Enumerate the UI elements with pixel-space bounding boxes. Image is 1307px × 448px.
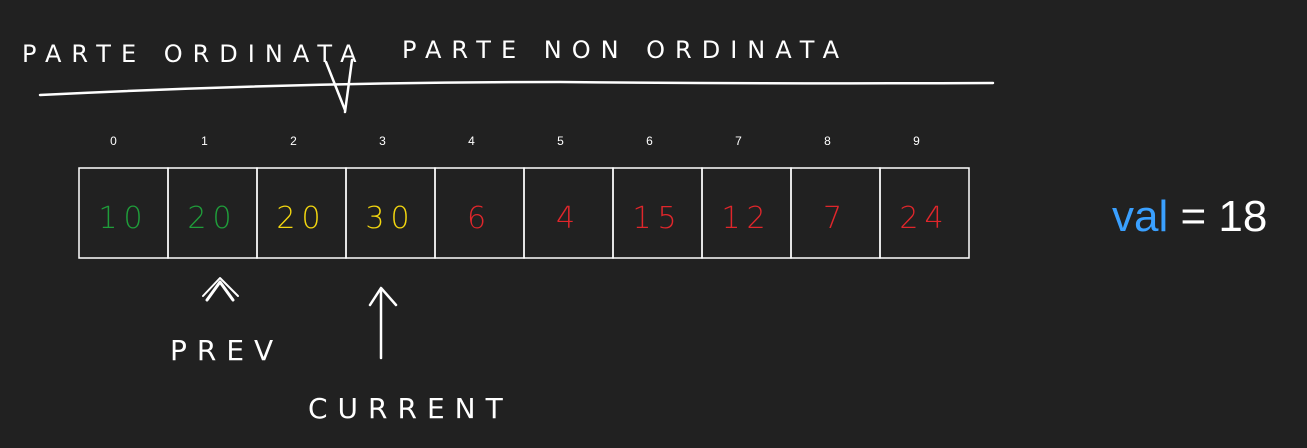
array-cell-value: 6 <box>467 201 492 236</box>
array-cell-value: 20 <box>276 201 326 236</box>
index-label: 6 <box>646 134 653 148</box>
array-cell: 20 <box>167 167 258 259</box>
val-operator: = <box>1180 192 1207 241</box>
array-cell: 15 <box>612 167 703 259</box>
prev-pointer: PREV <box>170 277 283 367</box>
prev-label: PREV <box>170 334 283 367</box>
current-arrow-icon <box>368 286 398 307</box>
array-cell-value: 7 <box>823 201 848 236</box>
array-cell: 30 <box>345 167 436 259</box>
val-name: val <box>1112 192 1169 241</box>
val-value: 18 <box>1218 192 1268 241</box>
array-cell-value: 20 <box>187 201 237 236</box>
prev-arrow-icon <box>205 280 235 302</box>
array-cell: 24 <box>879 167 970 259</box>
array-row: 10 20 20 30 6 4 15 12 7 24 <box>78 167 970 259</box>
array-cell-value: 24 <box>899 201 949 236</box>
index-label: 8 <box>824 134 831 148</box>
array-cell-value: 4 <box>556 201 581 236</box>
array-cell-value: 15 <box>632 201 682 236</box>
val-variable: val = 18 <box>1112 192 1267 242</box>
array-cell: 7 <box>790 167 881 259</box>
index-label: 1 <box>201 134 208 148</box>
array-cell: 4 <box>523 167 614 259</box>
index-label: 3 <box>379 134 386 148</box>
current-pointer: CURRENT <box>308 286 513 425</box>
current-label: CURRENT <box>308 392 513 425</box>
array-cell: 12 <box>701 167 792 259</box>
array-cell-value: 10 <box>98 201 148 236</box>
sorted-part-label: PARTE ORDINATA <box>22 40 367 68</box>
array-cell-value: 30 <box>365 201 415 236</box>
divider-stroke-left <box>324 60 347 112</box>
index-label: 7 <box>735 134 742 148</box>
array-cell: 6 <box>434 167 525 259</box>
index-row: 0 1 2 3 4 5 6 7 8 9 <box>110 134 920 148</box>
header-underline <box>38 80 995 97</box>
unsorted-part-label: PARTE NON ORDINATA <box>402 36 849 64</box>
index-label: 0 <box>110 134 117 148</box>
insertion-sort-diagram: PARTE ORDINATA PARTE NON ORDINATA 012345… <box>22 36 995 425</box>
array-cell: 20 <box>256 167 347 259</box>
array-cell-value: 12 <box>721 201 771 236</box>
index-label: 4 <box>468 134 475 148</box>
index-label: 5 <box>557 134 564 148</box>
index-label: 9 <box>913 134 920 148</box>
array-cell: 10 <box>78 167 169 259</box>
index-label: 2 <box>290 134 297 148</box>
